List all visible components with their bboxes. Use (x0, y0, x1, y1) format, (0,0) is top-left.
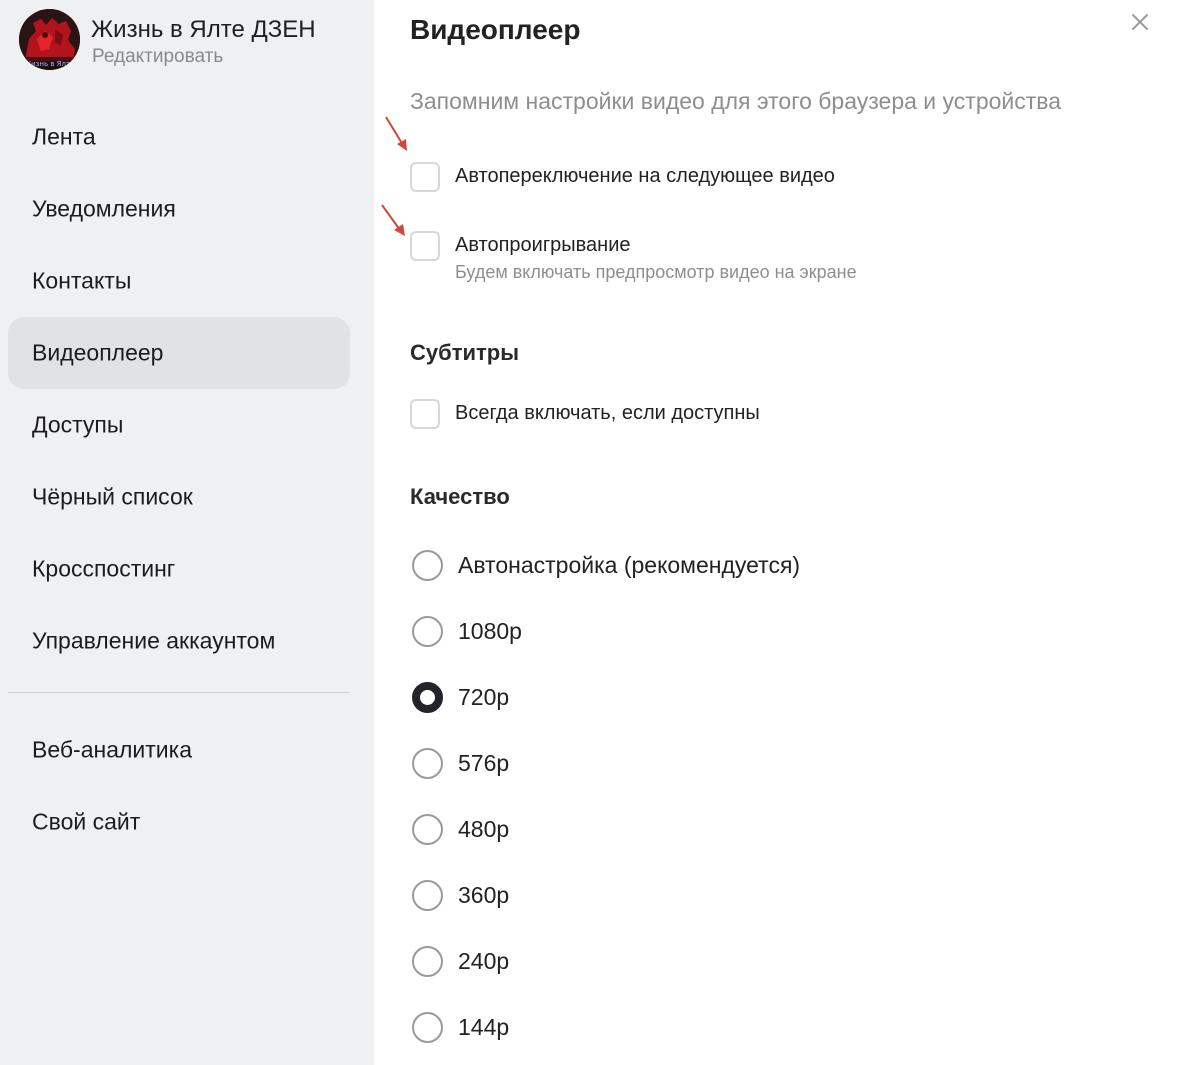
quality-radio[interactable] (412, 616, 443, 647)
avatar[interactable]: Жизнь в Ялте (19, 9, 80, 70)
quality-option-720p[interactable]: 720p (412, 682, 572, 714)
page-title: Видеоплеер (410, 14, 581, 45)
page-subtitle: Запомним настройки видео для этого брауз… (410, 88, 1062, 114)
profile-edit-link[interactable]: Редактировать (92, 46, 223, 68)
sidebar-item-label: Управление аккаунтом (32, 627, 276, 654)
quality-label: 360p (458, 882, 510, 908)
subtitles-always-option[interactable]: Всегда включать, если доступны (410, 399, 810, 431)
subtitles-label: Всегда включать, если доступны (455, 402, 760, 424)
sidebar-item-contacts[interactable]: Контакты (8, 245, 350, 317)
sidebar-item-crossposting[interactable]: Кросспостинг (8, 533, 350, 605)
subtitles-section-title: Субтитры (410, 340, 520, 365)
quality-radio[interactable] (412, 814, 443, 845)
settings-sidebar: Жизнь в Ялте Жизнь в Ялте ДЗЕН Редактиро… (0, 0, 374, 1065)
sidebar-item-videoplayer[interactable]: Видеоплеер (8, 317, 350, 389)
quality-section-title: Качество (410, 484, 510, 509)
quality-label: 480p (458, 816, 510, 842)
quality-option-480p[interactable]: 480p (412, 814, 572, 846)
autoswitch-checkbox[interactable] (410, 162, 440, 192)
quality-radio[interactable] (412, 550, 443, 581)
settings-content: Видеоплеер Запомним настройки видео для … (374, 0, 1178, 1065)
sidebar-item-access[interactable]: Доступы (8, 389, 350, 461)
sidebar-item-label: Доступы (32, 411, 124, 438)
subtitles-checkbox[interactable] (410, 399, 440, 429)
quality-option-144p[interactable]: 144p (412, 1012, 572, 1044)
arrow-annotation-icon (381, 204, 405, 236)
close-icon (1132, 14, 1148, 30)
quality-label: 576p (458, 750, 510, 776)
quality-label: 240p (458, 948, 510, 974)
quality-radio[interactable] (412, 880, 443, 911)
sidebar-item-label: Веб-аналитика (32, 736, 193, 763)
sidebar-item-own-site[interactable]: Свой сайт (8, 786, 350, 858)
quality-label: 720p (458, 684, 510, 710)
avatar-image: Жизнь в Ялте (19, 9, 80, 70)
autoplay-label: Автопроигрывание (455, 234, 631, 256)
quality-label: 1080p (458, 618, 522, 644)
quality-option-576p[interactable]: 576p (412, 748, 572, 780)
quality-label: 144p (458, 1014, 510, 1040)
arrow-annotation-icon (385, 116, 407, 151)
autoswitch-label: Автопереключение на следующее видео (455, 165, 835, 187)
sidebar-divider (8, 692, 350, 693)
autoswitch-next-option[interactable]: Автопереключение на следующее видео (410, 162, 870, 194)
quality-radio[interactable] (412, 748, 443, 779)
sidebar-item-label: Уведомления (32, 195, 176, 222)
sidebar-item-label: Кросспостинг (32, 555, 176, 582)
quality-option-360p[interactable]: 360p (412, 880, 572, 912)
quality-radio[interactable] (412, 1012, 443, 1043)
autoplay-hint: Будем включать предпросмотр видео на экр… (455, 262, 857, 282)
sidebar-item-notifications[interactable]: Уведомления (8, 173, 350, 245)
sidebar-item-web-analytics[interactable]: Веб-аналитика (8, 714, 350, 786)
sidebar-item-label: Видеоплеер (32, 339, 164, 366)
quality-option-auto[interactable]: Автонастройка (рекомендуется) (412, 550, 812, 582)
sidebar-item-label: Контакты (32, 267, 132, 294)
quality-option-240p[interactable]: 240p (412, 946, 572, 978)
profile-name[interactable]: Жизнь в Ялте ДЗЕН (91, 16, 316, 44)
sidebar-item-blacklist[interactable]: Чёрный список (8, 461, 350, 533)
sidebar-item-label: Чёрный список (32, 483, 193, 510)
settings-page: Жизнь в Ялте Жизнь в Ялте ДЗЕН Редактиро… (0, 0, 1178, 1065)
quality-radio-selected[interactable] (412, 682, 443, 713)
quality-radio[interactable] (412, 946, 443, 977)
autoplay-option[interactable]: Автопроигрывание Будем включать предпрос… (410, 231, 900, 289)
avatar-caption: Жизнь в Ялте (24, 60, 75, 68)
quality-option-1080p[interactable]: 1080p (412, 616, 572, 648)
close-button[interactable] (1126, 8, 1154, 36)
sidebar-item-label: Лента (32, 123, 96, 150)
autoplay-checkbox[interactable] (410, 231, 440, 261)
sidebar-item-account-management[interactable]: Управление аккаунтом (8, 605, 350, 677)
sidebar-item-feed[interactable]: Лента (8, 101, 350, 173)
quality-label: Автонастройка (рекомендуется) (458, 552, 801, 578)
sidebar-item-label: Свой сайт (32, 808, 141, 835)
